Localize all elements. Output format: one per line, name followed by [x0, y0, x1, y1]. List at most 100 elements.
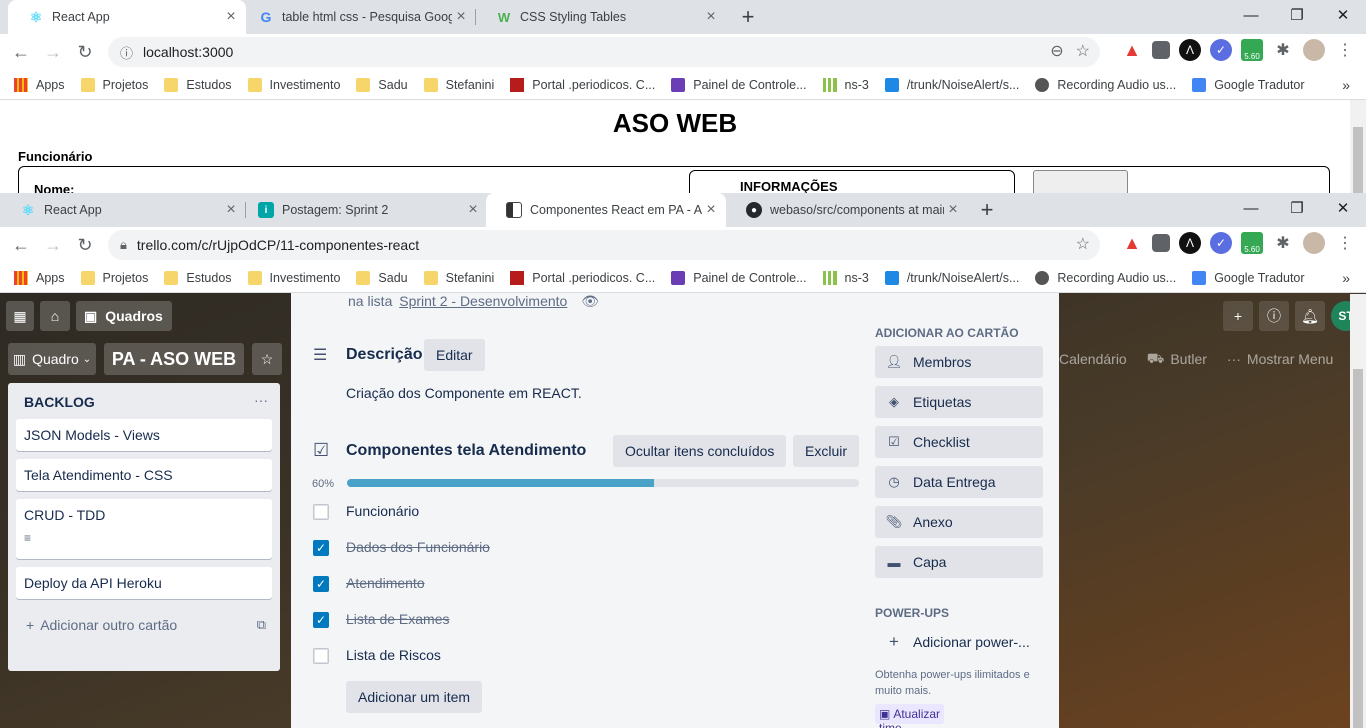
add-card-button[interactable]: + Adicionar outro cartão [26, 617, 177, 633]
star-icon[interactable]: ☆ [252, 343, 282, 375]
checklist-title[interactable]: Componentes tela Atendimento [346, 442, 586, 460]
maximize-icon[interactable]: ❐ [1274, 193, 1320, 223]
attachment-button[interactable]: 📎︎ Anexo [875, 506, 1043, 538]
bookmark-star-icon[interactable]: ☆ [1076, 234, 1090, 254]
close-tab-icon[interactable]: × [452, 8, 470, 26]
lambda-extension-icon[interactable]: Λ [1179, 232, 1201, 254]
puzzle-extensions-icon[interactable]: ✱ [1272, 39, 1294, 61]
bookmark-recording[interactable]: Recording Audio us... [1035, 77, 1176, 92]
bookmark-tradutor[interactable]: Google Tradutor [1192, 77, 1305, 92]
bookmark-recording[interactable]: Recording Audio us... [1035, 270, 1176, 285]
list-card[interactable]: JSON Models - Views [16, 419, 272, 451]
close-tab-icon[interactable]: × [702, 8, 720, 26]
tab-github[interactable]: ● webaso/src/components at main × [726, 193, 968, 227]
bookmark-projetos[interactable]: Projetos [80, 77, 148, 92]
puzzle-extensions-icon[interactable]: ✱ [1272, 232, 1294, 254]
apps-grid-icon[interactable]: ▦ [6, 301, 34, 331]
square-extension-icon[interactable] [1152, 41, 1170, 59]
bookmark-sadu[interactable]: Sadu [356, 270, 408, 285]
checklist-checkbox-checked[interactable]: ✓ [313, 576, 329, 592]
tab-trello-card[interactable]: Componentes React em PA - ASO × [486, 193, 726, 227]
due-date-button[interactable]: ◷ Data Entrega [875, 466, 1043, 498]
boards-button[interactable]: ▣ Quadros [76, 301, 172, 331]
bookmark-painel[interactable]: Painel de Controle... [671, 270, 807, 285]
forward-icon[interactable]: → [38, 37, 68, 67]
bookmarks-overflow-icon[interactable]: » [1342, 77, 1350, 93]
bookmark-stefanini[interactable]: Stefanini [423, 77, 494, 92]
delete-checklist-button[interactable]: Excluir [793, 435, 860, 467]
butler-button[interactable]: Butler [1170, 351, 1207, 367]
menu-kebab-icon[interactable]: ⋮ [1334, 39, 1356, 61]
zoom-icon[interactable]: ⊖ [1050, 41, 1063, 61]
add-item-button[interactable]: Adicionar um item [346, 681, 483, 713]
cover-button[interactable]: ▬ Capa [875, 546, 1043, 578]
close-tab-icon[interactable]: × [464, 201, 482, 219]
checklist-item[interactable]: Dados dos Funcionário [346, 539, 490, 555]
checklist-checkbox-checked[interactable]: ✓ [313, 540, 329, 556]
badge-extension-icon[interactable]: 5.60 [1241, 39, 1263, 61]
form-button[interactable] [1033, 170, 1128, 193]
bookmark-apps[interactable]: Apps [14, 270, 65, 285]
bookmark-painel[interactable]: Painel de Controle... [671, 77, 807, 92]
bookmark-ns3[interactable]: ns-3 [822, 270, 869, 285]
bookmark-periodicos[interactable]: Portal .periodicos. C... [510, 77, 655, 92]
back-icon[interactable]: ← [6, 37, 36, 67]
labels-button[interactable]: ◈ Etiquetas [875, 386, 1043, 418]
tab-postagem[interactable]: i Postagem: Sprint 2 × [238, 193, 488, 227]
bell-icon[interactable]: 🔔︎ [1295, 301, 1325, 331]
bookmark-trunk[interactable]: /trunk/NoiseAlert/s... [884, 77, 1019, 92]
upgrade-team-button[interactable]: ▣ Atualizar time [875, 704, 945, 728]
forward-icon[interactable]: → [38, 230, 68, 260]
reload-icon[interactable]: ↻ [70, 37, 100, 67]
info-circle-icon[interactable]: ⓘ [120, 43, 133, 62]
bookmark-tradutor[interactable]: Google Tradutor [1192, 270, 1305, 285]
tab-react-app[interactable]: ⚛ React App × [0, 193, 246, 227]
list-link[interactable]: Sprint 2 - Desenvolvimento [399, 293, 567, 309]
check-extension-icon[interactable]: ✓ [1210, 39, 1232, 61]
profile-avatar[interactable] [1303, 39, 1325, 61]
create-plus-icon[interactable]: + [1223, 301, 1253, 331]
minimize-icon[interactable]: — [1228, 0, 1274, 30]
address-bar[interactable]: ⓘ localhost:3000 ⊖ ☆ [108, 37, 1100, 67]
list-card[interactable]: Deploy da API Heroku [16, 567, 272, 599]
bookmark-investimento[interactable]: Investimento [247, 270, 340, 285]
badge-extension-icon[interactable]: 5.60 [1241, 232, 1263, 254]
minimize-icon[interactable]: — [1228, 193, 1274, 223]
checklist-item[interactable]: Funcionário [346, 503, 419, 519]
bookmark-apps[interactable]: Apps [14, 77, 65, 92]
tab-w3schools[interactable]: W CSS Styling Tables × [476, 0, 726, 34]
page-scrollbar[interactable] [1350, 100, 1366, 193]
menu-kebab-icon[interactable]: ⋮ [1334, 232, 1356, 254]
info-circle-icon[interactable]: ⓘ [1259, 301, 1289, 331]
lambda-extension-icon[interactable]: Λ [1179, 39, 1201, 61]
list-menu-icon[interactable]: ··· [254, 392, 268, 408]
close-tab-icon[interactable]: × [944, 201, 962, 219]
bookmark-investimento[interactable]: Investimento [247, 77, 340, 92]
bookmark-trunk[interactable]: /trunk/NoiseAlert/s... [884, 270, 1019, 285]
close-tab-icon[interactable]: × [702, 201, 720, 219]
description-text[interactable]: Criação dos Componente em REACT. [346, 385, 582, 401]
page-scrollbar[interactable] [1350, 294, 1366, 728]
bookmarks-overflow-icon[interactable]: » [1342, 270, 1350, 286]
acrobat-extension-icon[interactable]: ▲ [1121, 39, 1143, 61]
new-tab-button[interactable]: + [973, 193, 1001, 227]
board-type-button[interactable]: ▥ Quadro ⌄ [8, 343, 96, 375]
list-title[interactable]: BACKLOG [24, 394, 95, 410]
bookmark-projetos[interactable]: Projetos [80, 270, 148, 285]
close-window-icon[interactable]: ✕ [1320, 0, 1366, 30]
reload-icon[interactable]: ↻ [70, 230, 100, 260]
close-window-icon[interactable]: ✕ [1320, 193, 1366, 223]
back-icon[interactable]: ← [6, 230, 36, 260]
checklist-checkbox[interactable] [313, 648, 329, 664]
checklist-item[interactable]: Atendimento [346, 575, 425, 591]
tab-google-search[interactable]: G table html css - Pesquisa Google × [238, 0, 476, 34]
maximize-icon[interactable]: ❐ [1274, 0, 1320, 30]
calendar-powerup-button[interactable]: Calendário [1059, 351, 1127, 367]
bookmark-sadu[interactable]: Sadu [356, 77, 408, 92]
bookmark-star-icon[interactable]: ☆ [1076, 41, 1090, 61]
check-extension-icon[interactable]: ✓ [1210, 232, 1232, 254]
hide-checked-button[interactable]: Ocultar itens concluídos [613, 435, 787, 467]
list-card[interactable]: Tela Atendimento - CSS [16, 459, 272, 491]
bookmark-stefanini[interactable]: Stefanini [423, 270, 494, 285]
board-name[interactable]: PA - ASO WEB [104, 343, 244, 375]
